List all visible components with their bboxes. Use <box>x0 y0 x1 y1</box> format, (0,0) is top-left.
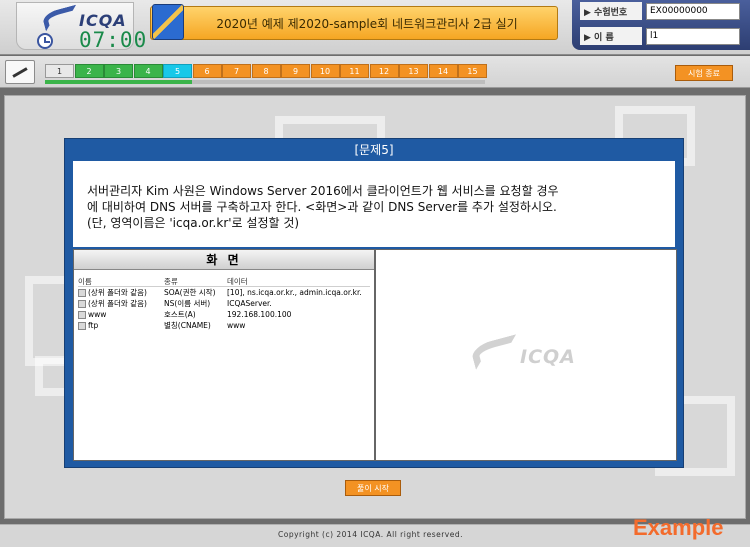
question-line-1: 서버관리자 Kim 사원은 Windows Server 2016에서 클라이언… <box>87 184 559 198</box>
dns-table-row: (상위 폴더와 같음) SOA(권한 시작) [10], ns.icqa.or.kr… <box>78 287 370 298</box>
dns-row-type: 별칭(CNAME) <box>164 321 211 330</box>
question-number-7[interactable]: 7 <box>222 64 251 78</box>
question-number-1[interactable]: 1 <box>45 64 74 78</box>
dns-row-type: NS(이름 서버) <box>164 299 211 308</box>
record-icon <box>78 299 86 308</box>
question-number-3[interactable]: 3 <box>104 64 133 78</box>
pencil-book-icon <box>152 4 184 40</box>
exam-number-row: ▶ 수험번호 EX00000000 <box>580 2 740 20</box>
dns-row-name-cell: (상위 폴더와 같음) <box>78 298 164 309</box>
name-label: ▶ 이 름 <box>580 27 642 45</box>
dns-row-data: 192.168.100.100 <box>227 310 292 319</box>
start-solving-button[interactable]: 풀이 시작 <box>345 480 401 496</box>
question-number-11[interactable]: 11 <box>340 64 369 78</box>
dns-row-type: SOA(권한 시작) <box>164 288 216 297</box>
record-icon <box>78 310 86 319</box>
logo-box: ICQA 07:00 <box>16 2 146 52</box>
screen-reference-panel: 화 면 이름 종류 데이터 (상위 폴더와 같음) SOA(권한 시작) [10],… <box>73 249 375 461</box>
dns-row-name: (상위 폴더와 같음) <box>88 299 147 308</box>
column-data-header: 데이터 <box>227 276 248 286</box>
answer-workspace-panel[interactable]: ICQA <box>375 249 677 461</box>
question-line-3: (단, 영역이름은 'icqa.or.kr'로 설정할 것) <box>87 216 300 230</box>
question-line-2: 에 대비하여 DNS 서버를 구축하고자 한다. <화면>과 같이 DNS Se… <box>87 200 557 214</box>
exam-number-value: EX00000000 <box>646 2 740 20</box>
end-exam-button[interactable]: 시험 종료 <box>675 65 733 81</box>
question-number-15[interactable]: 15 <box>458 64 487 78</box>
screen-title: 화 면 <box>74 250 374 270</box>
question-number-14[interactable]: 14 <box>428 64 458 78</box>
record-icon <box>78 321 86 330</box>
question-number-4[interactable]: 4 <box>133 64 163 78</box>
question-number-header: [문제5] <box>354 142 394 157</box>
exam-number-label: ▶ 수험번호 <box>580 2 642 20</box>
copyright-text: Copyright (c) 2014 ICQA. All right reser… <box>278 530 464 539</box>
dns-row-data: [10], ns.icqa.or.kr., admin.icqa.or.kr. <box>227 288 362 297</box>
question-number-list: 1 2 3 4 5 6 7 8 9 10 11 12 13 14 15 <box>45 64 488 78</box>
dns-table-row: (상위 폴더와 같음) NS(이름 서버) ICQAServer. <box>78 298 370 309</box>
dns-table-row: ftp 별칭(CNAME) www <box>78 320 370 331</box>
question-number-9[interactable]: 9 <box>281 64 310 78</box>
question-number-12[interactable]: 12 <box>369 64 399 78</box>
edit-memo-icon[interactable] <box>5 60 35 84</box>
icqa-watermark: ICQA <box>469 334 592 374</box>
dns-table-header: 이름 종류 데이터 <box>78 276 370 287</box>
watermark-text: ICQA <box>520 346 576 368</box>
question-text: 서버관리자 Kim 사원은 Windows Server 2016에서 클라이언… <box>73 161 675 247</box>
header-bar: ICQA 07:00 2020년 예제 제2020-sample회 네트워크관리… <box>0 0 750 55</box>
question-panel: [문제5] 서버관리자 Kim 사원은 Windows Server 2016에… <box>64 138 684 468</box>
exam-info-panel: ▶ 수험번호 EX00000000 ▶ 이 름 l1 <box>572 0 750 50</box>
record-icon <box>78 288 86 297</box>
watermark-swoosh-icon <box>469 334 523 370</box>
name-row: ▶ 이 름 l1 <box>580 27 740 45</box>
timer: 07:00 <box>79 28 148 52</box>
dns-row-type: 호스트(A) <box>164 310 196 319</box>
question-number-6[interactable]: 6 <box>192 64 222 78</box>
question-number-10[interactable]: 10 <box>310 64 340 78</box>
progress-fill <box>45 80 192 84</box>
exam-title-text: 2020년 예제 제2020-sample회 네트워크관리사 2급 실기 <box>216 16 518 31</box>
dns-records-table: 이름 종류 데이터 (상위 폴더와 같음) SOA(권한 시작) [10], ns.… <box>78 276 370 331</box>
column-type-header: 종류 <box>164 276 178 286</box>
dns-table-body: (상위 폴더와 같음) SOA(권한 시작) [10], ns.icqa.or.kr… <box>78 287 370 331</box>
dns-row-data: ICQAServer. <box>227 299 272 308</box>
dns-table-row: www 호스트(A) 192.168.100.100 <box>78 309 370 320</box>
question-number-8[interactable]: 8 <box>251 64 281 78</box>
dns-row-name-cell: www <box>78 310 164 319</box>
logo-swoosh-icon <box>41 4 81 32</box>
clock-icon <box>37 33 53 49</box>
question-navigator: 1 2 3 4 5 6 7 8 9 10 11 12 13 14 15 시험 종료 <box>0 56 750 88</box>
question-number-13[interactable]: 13 <box>399 64 428 78</box>
exam-title: 2020년 예제 제2020-sample회 네트워크관리사 2급 실기 <box>150 6 558 40</box>
dns-row-name-cell: (상위 폴더와 같음) <box>78 287 164 298</box>
dns-row-data: www <box>227 321 246 330</box>
dns-row-name: ftp <box>88 321 99 330</box>
dns-row-name: (상위 폴더와 같음) <box>88 288 147 297</box>
question-number-2[interactable]: 2 <box>74 64 104 78</box>
example-label: Example <box>633 515 724 540</box>
dns-row-name: www <box>88 310 107 319</box>
dns-row-name-cell: ftp <box>78 321 164 330</box>
name-value: l1 <box>646 27 740 45</box>
column-name-header: 이름 <box>78 276 92 286</box>
question-number-5[interactable]: 5 <box>163 64 192 78</box>
